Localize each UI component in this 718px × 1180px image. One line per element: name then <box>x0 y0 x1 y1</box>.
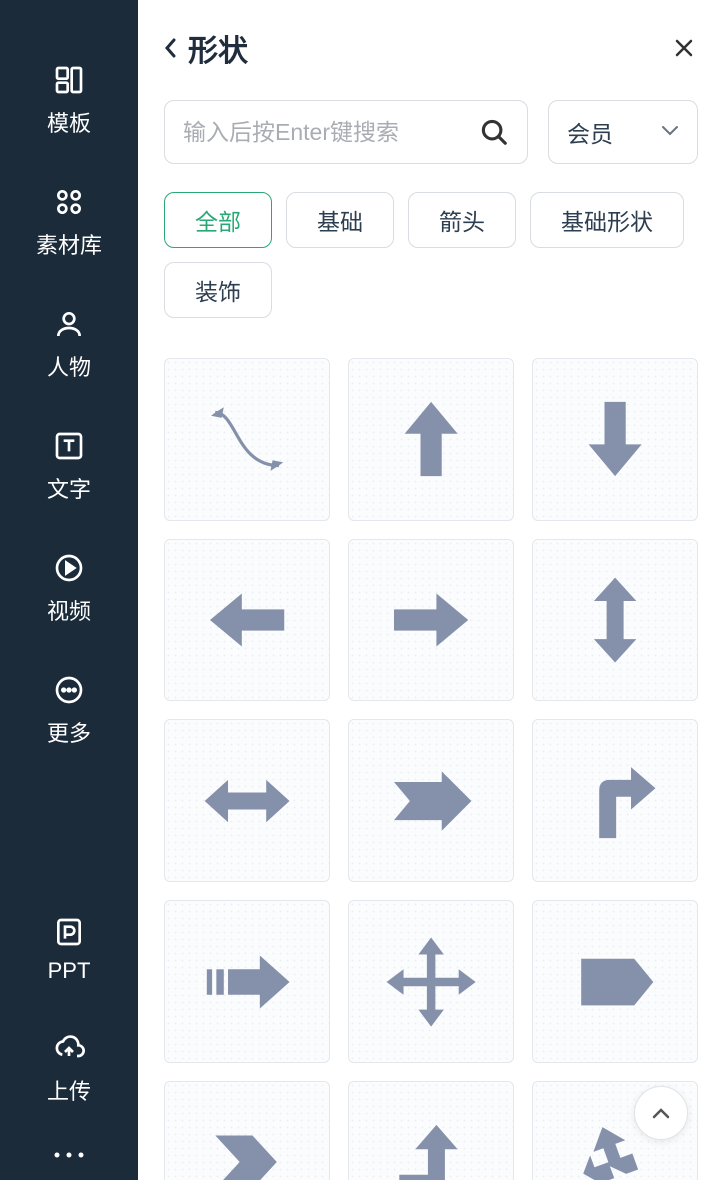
nav-text[interactable]: 文字 <box>0 406 138 528</box>
more-icon <box>53 674 85 706</box>
search-input[interactable] <box>183 119 479 146</box>
video-icon <box>53 552 85 584</box>
nav-video[interactable]: 视频 <box>0 528 138 650</box>
sidebar: 模板 素材库 人物 文字 视频 更多 PPT <box>0 0 138 1180</box>
back-button[interactable] <box>164 34 182 62</box>
chevron-down-icon <box>661 123 679 141</box>
nav-label: 素材库 <box>36 228 102 260</box>
shape-arrow-turn-right[interactable] <box>532 719 698 882</box>
nav-label: 更多 <box>47 716 91 748</box>
filter-dropdown[interactable]: 会员 <box>548 100 698 164</box>
shape-chevron-right[interactable] <box>164 1081 330 1180</box>
panel-header: 形状 <box>164 26 698 70</box>
category-chips: 全部 基础 箭头 基础形状 装饰 <box>164 192 698 318</box>
nav-label: 上传 <box>47 1074 91 1106</box>
nav-overflow[interactable] <box>0 1130 138 1180</box>
shape-arrow-move-4[interactable] <box>348 900 514 1063</box>
shape-arrow-right[interactable] <box>348 539 514 702</box>
chip-all[interactable]: 全部 <box>164 192 272 248</box>
shape-arrow-down[interactable] <box>532 358 698 521</box>
scroll-top-button[interactable] <box>634 1086 688 1140</box>
nav-templates[interactable]: 模板 <box>0 40 138 162</box>
chip-decoration[interactable]: 装饰 <box>164 262 272 318</box>
template-icon <box>53 64 85 96</box>
shape-arrow-up[interactable] <box>348 358 514 521</box>
nav-label: PPT <box>48 958 91 984</box>
text-icon <box>53 430 85 462</box>
search-icon <box>479 117 509 147</box>
shape-arrow-notch-right[interactable] <box>348 719 514 882</box>
shape-curve-s[interactable] <box>164 358 330 521</box>
shape-arrow-striped-right[interactable] <box>164 900 330 1063</box>
nav-person[interactable]: 人物 <box>0 284 138 406</box>
chip-arrow[interactable]: 箭头 <box>408 192 516 248</box>
nav-more[interactable]: 更多 <box>0 650 138 772</box>
nav-library[interactable]: 素材库 <box>0 162 138 284</box>
nav-label: 视频 <box>47 594 91 626</box>
ppt-icon <box>53 916 85 948</box>
upload-icon <box>53 1032 85 1064</box>
shape-arrow-left[interactable] <box>164 539 330 702</box>
person-icon <box>53 308 85 340</box>
shape-arrow-up-down[interactable] <box>532 539 698 702</box>
shape-arrow-left-right[interactable] <box>164 719 330 882</box>
filter-label: 会员 <box>567 115 613 149</box>
search-box[interactable] <box>164 100 528 164</box>
close-button[interactable] <box>670 34 698 62</box>
nav-label: 人物 <box>47 350 91 382</box>
shape-pentagon-right[interactable] <box>532 900 698 1063</box>
nav-label: 模板 <box>47 106 91 138</box>
nav-ppt[interactable]: PPT <box>0 892 138 1008</box>
chip-basic-shape[interactable]: 基础形状 <box>530 192 684 248</box>
panel-title: 形状 <box>188 26 248 70</box>
library-icon <box>53 186 85 218</box>
chip-basic[interactable]: 基础 <box>286 192 394 248</box>
content-panel: 形状 会员 全部 基础 箭头 基础形状 装饰 <box>138 0 718 1180</box>
shape-grid <box>164 358 698 1180</box>
shape-arrow-up-bent[interactable] <box>348 1081 514 1180</box>
nav-upload[interactable]: 上传 <box>0 1008 138 1130</box>
nav-label: 文字 <box>47 472 91 504</box>
